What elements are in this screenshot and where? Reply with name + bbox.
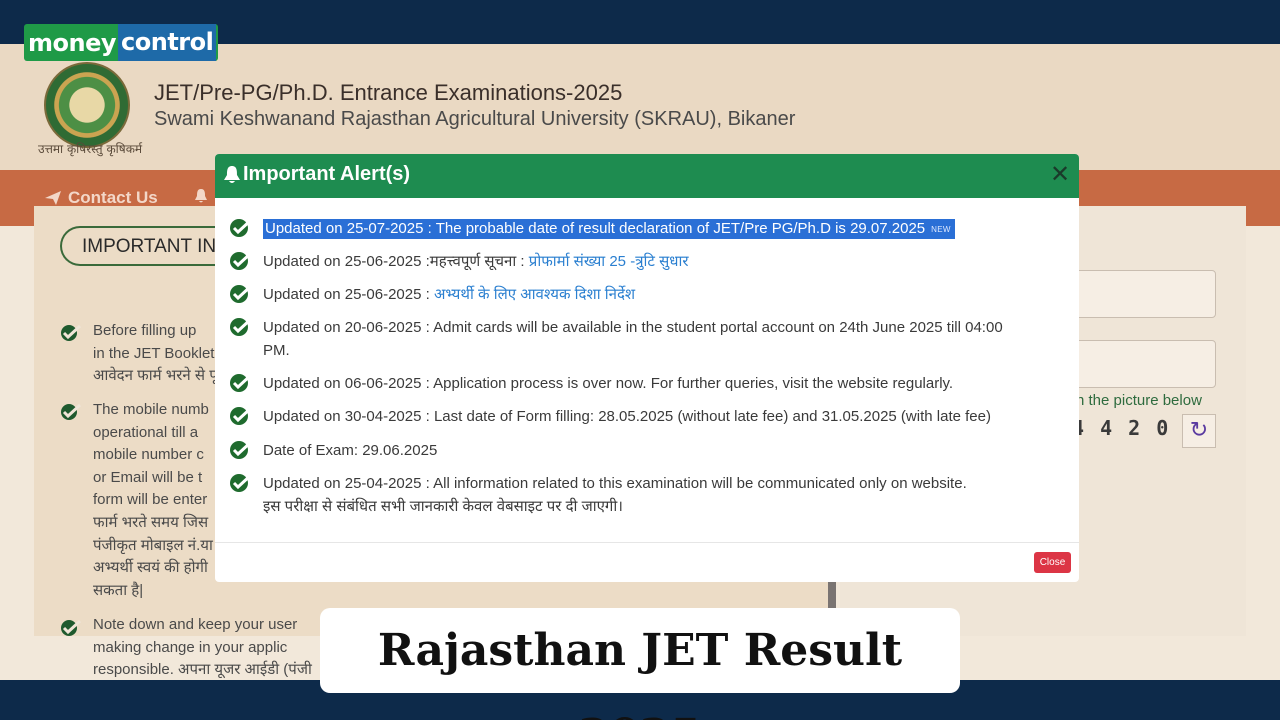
text-line: फार्म भरते समय जिस <box>93 513 209 531</box>
check-icon <box>230 440 253 459</box>
exam-title: JET/Pre-PG/Ph.D. Entrance Examinations-2… <box>154 80 623 105</box>
check-icon <box>230 317 253 336</box>
alert-text-line: इस परीक्षा से संबंधित सभी जानकारी केवल व… <box>263 498 623 515</box>
logo-part-2: control <box>118 24 217 61</box>
refresh-captcha-button[interactable]: ↻ <box>1182 414 1216 448</box>
alert-text: Updated on 25-06-2025 :महत्त्वपूर्ण सूचन… <box>263 250 688 273</box>
text-line: आवेदन फार्म भरने से पू <box>93 367 218 385</box>
check-icon <box>230 218 253 237</box>
alert-item: Updated on 25-06-2025 :महत्त्वपूर्ण सूचन… <box>229 250 688 273</box>
text-line: form will be enter <box>93 491 208 509</box>
text-line: making change in your applic <box>93 638 288 656</box>
moneycontrol-logo: money control <box>24 24 218 61</box>
university-motto: उत्तमा कृषिरस्तु कृषिकर्म <box>38 142 143 156</box>
alert-text: Updated on 06-06-2025 : Application proc… <box>263 375 954 392</box>
text-line: operational till a <box>93 423 199 441</box>
highlighted-alert: Updated on 25-07-2025 : The probable dat… <box>263 219 955 239</box>
alert-text-line: Updated on 20-06-2025 : Admit cards will… <box>263 319 1003 336</box>
text-line: Before filling up <box>93 322 197 339</box>
text-line: अभ्यर्थी स्वयं की होगी <box>93 559 208 577</box>
alert-text: Updated on 30-04-2025 : Last date of For… <box>263 408 991 425</box>
alert-item: Updated on 25-06-2025 : अभ्यर्थी के लिए … <box>229 283 635 306</box>
alert-item: Updated on 06-06-2025 : Application proc… <box>229 372 953 395</box>
university-emblem-icon <box>44 62 130 148</box>
text-line: The mobile numb <box>93 401 209 418</box>
check-icon <box>61 619 82 636</box>
university-header: उत्तमा कृषिरस्तु कृषिकर्म JET/Pre-PG/Ph.… <box>0 44 1280 170</box>
bg-para-1: Before filling up in the JET Booklet आवे… <box>93 320 218 388</box>
alert-text-line: Updated on 25-04-2025 : All information … <box>263 475 967 492</box>
close-button[interactable]: Close <box>1034 552 1071 573</box>
headline-caption: Rajasthan JET Result 2025 <box>320 608 960 720</box>
text-line: सकता है| <box>93 581 144 599</box>
text-line: responsible. अपना यूजर आईडी (पंजी <box>93 661 312 679</box>
alert-text: Updated on 25-04-2025 : All information … <box>263 472 967 518</box>
alert-text: Updated on 25-07-2025 : The probable dat… <box>263 217 955 241</box>
modal-footer-divider <box>215 542 1079 543</box>
important-alerts-modal: Important Alert(s) ✕ Updated on 25-07-20… <box>215 154 1079 582</box>
check-icon <box>61 403 82 420</box>
alert-text-content: Updated on 25-06-2025 : <box>263 286 434 303</box>
check-icon <box>61 324 82 341</box>
alert-item: Updated on 25-04-2025 : All information … <box>229 472 967 518</box>
alert-item: Date of Exam: 29.06.2025 <box>229 439 437 462</box>
alert-text-content: Updated on 25-06-2025 :महत्त्वपूर्ण सूचन… <box>263 253 529 270</box>
check-icon <box>230 251 253 270</box>
alert-text: Updated on 20-06-2025 : Admit cards will… <box>263 316 1003 362</box>
candidate-guidelines-link[interactable]: अभ्यर्थी के लिए आवश्यक दिशा निर्देश <box>434 286 635 303</box>
new-badge: NEW <box>931 224 951 234</box>
text-line: mobile number c <box>93 446 204 464</box>
bell-icon <box>195 189 207 203</box>
modal-title-text: Important Alert(s) <box>243 163 411 185</box>
text-line: पंजीकृत मोबाइल नं.या <box>93 536 213 554</box>
modal-header: Important Alert(s) ✕ <box>215 154 1079 198</box>
alert-text-line: PM. <box>263 342 290 359</box>
proforma-25-link[interactable]: प्रोफार्मा संख्या 25 -त्रुटि सुधार <box>529 253 689 270</box>
captcha-hint: n the picture below <box>1076 392 1202 409</box>
check-icon <box>230 406 253 425</box>
university-name: Swami Keshwanand Rajasthan Agricultural … <box>154 108 796 130</box>
logo-part-1: money <box>28 28 117 57</box>
close-icon[interactable]: ✕ <box>1047 162 1073 188</box>
alert-item: Updated on 20-06-2025 : Admit cards will… <box>229 316 1003 362</box>
bell-icon <box>224 165 240 183</box>
text-line: or Email will be t <box>93 468 203 486</box>
modal-title: Important Alert(s) <box>223 163 410 186</box>
alert-text-content: Updated on 25-07-2025 : The probable dat… <box>265 220 926 237</box>
paper-plane-icon <box>45 191 61 205</box>
check-icon <box>230 473 253 492</box>
nav-bell[interactable] <box>194 188 208 204</box>
nav-contact-label: Contact Us <box>68 188 158 207</box>
alert-text: Date of Exam: 29.06.2025 <box>263 442 438 459</box>
nav-contact-us[interactable]: Contact Us <box>44 188 158 208</box>
alert-text: Updated on 25-06-2025 : अभ्यर्थी के लिए … <box>263 283 635 306</box>
text-line: Note down and keep your user <box>93 616 298 633</box>
alert-item: Updated on 25-07-2025 : The probable dat… <box>229 217 955 241</box>
text-line: in the JET Booklet <box>93 344 215 362</box>
captcha-image: 4 4 2 0 3 <box>1072 416 1199 440</box>
bg-para-2: The mobile numb operational till a mobil… <box>93 399 213 602</box>
bg-para-3: Note down and keep your user making chan… <box>93 614 312 682</box>
alert-item: Updated on 30-04-2025 : Last date of For… <box>229 405 991 428</box>
check-icon <box>230 284 253 303</box>
check-icon <box>230 373 253 392</box>
